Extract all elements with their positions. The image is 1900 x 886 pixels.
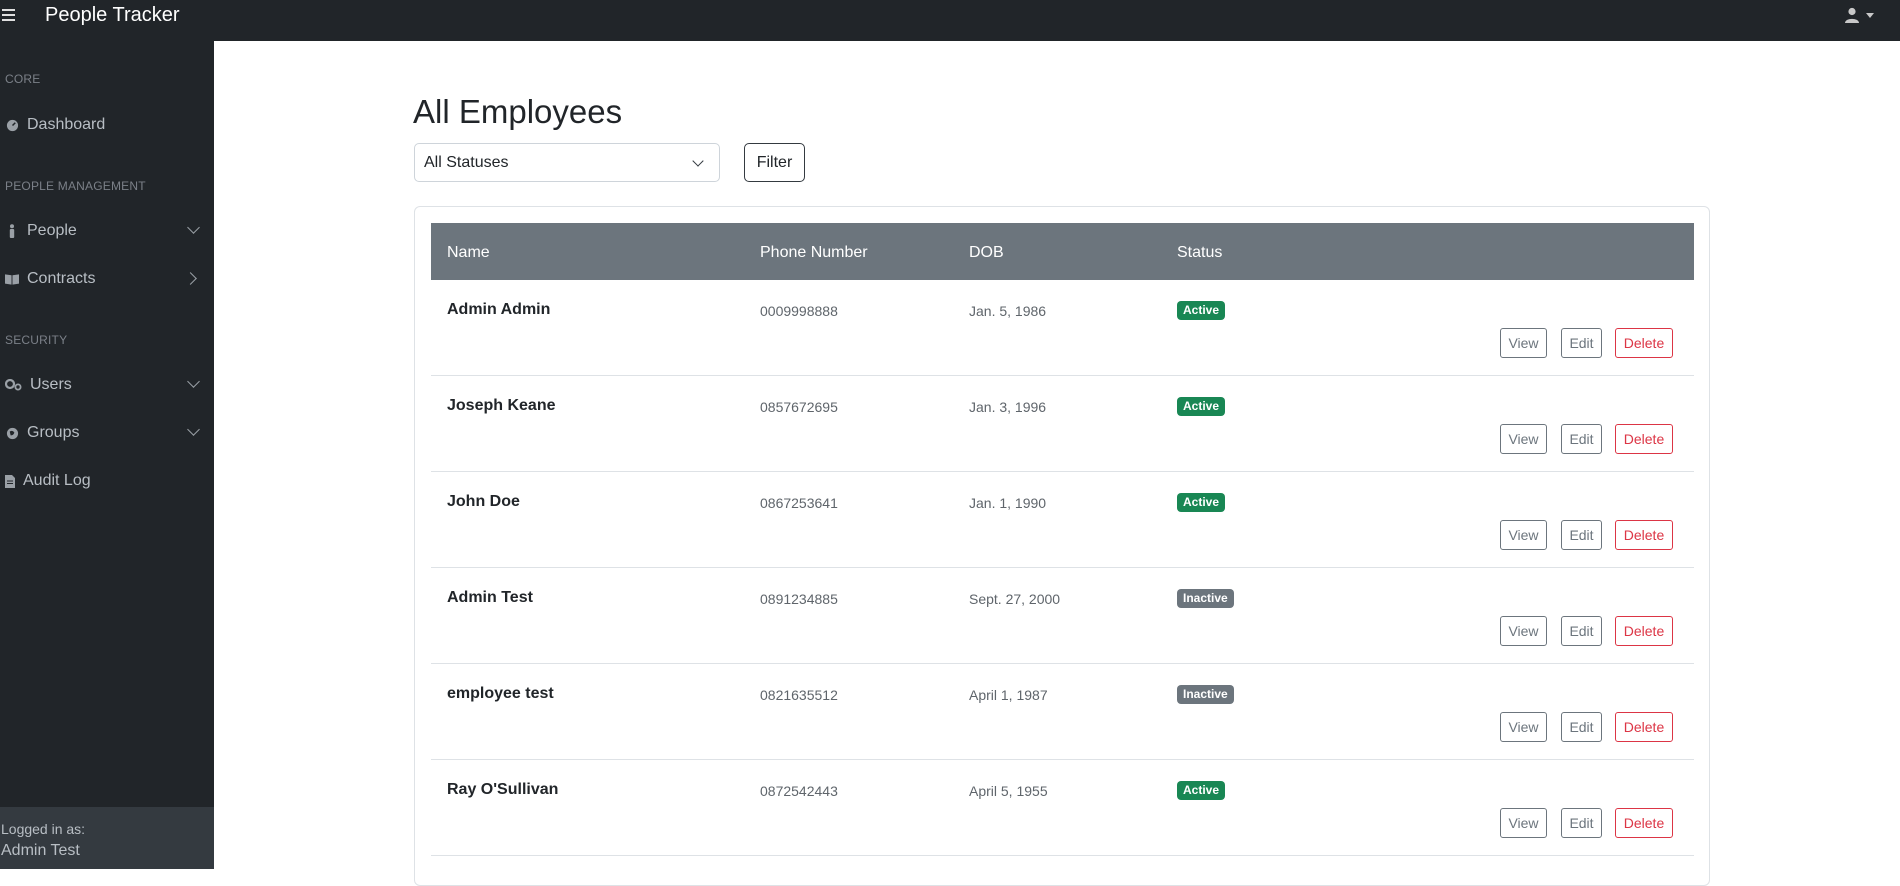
employee-phone: 0891234885 (760, 591, 838, 607)
employee-phone: 0857672695 (760, 399, 838, 415)
status-filter-select[interactable]: All Statuses (414, 143, 720, 182)
employee-dob: Jan. 5, 1986 (969, 303, 1047, 319)
sidebar-item-label: Dashboard (27, 116, 106, 133)
edit-button[interactable]: Edit (1561, 808, 1602, 838)
gears-icon (5, 378, 22, 392)
delete-button[interactable]: Delete (1615, 424, 1673, 454)
view-button[interactable]: View (1500, 616, 1547, 646)
chevron-right-icon (184, 272, 197, 285)
employee-phone: 0009998888 (760, 303, 838, 319)
status-badge: Inactive (1177, 589, 1234, 608)
edit-button[interactable]: Edit (1561, 328, 1602, 358)
user-menu[interactable] (1844, 4, 1874, 26)
sidebar-item-audit-log[interactable]: Audit Log (0, 465, 214, 497)
sidebar-item-groups[interactable]: Groups (0, 417, 214, 449)
edit-button[interactable]: Edit (1561, 616, 1602, 646)
delete-button[interactable]: Delete (1615, 328, 1673, 358)
edit-button[interactable]: Edit (1561, 520, 1602, 550)
employee-dob: Sept. 27, 2000 (969, 591, 1061, 607)
status-badge: Active (1177, 301, 1226, 320)
caret-down-icon (1866, 12, 1874, 18)
column-header-status: Status (1177, 244, 1223, 261)
chevron-down-icon (692, 155, 704, 167)
employee-phone: 0867253641 (760, 495, 838, 511)
employee-name: Admin Admin (447, 301, 551, 318)
sidebar-item-label: Users (30, 376, 72, 393)
edit-button[interactable]: Edit (1561, 712, 1602, 742)
column-header-name: Name (447, 244, 490, 261)
sidebar-item-label: Groups (27, 424, 80, 441)
table-row: Joseph Keane 0857672695 Jan. 3, 1996 Act… (431, 376, 1694, 472)
column-header-phone: Phone Number (760, 244, 868, 261)
table-row: Admin Test 0891234885 Sept. 27, 2000 Ina… (431, 568, 1694, 664)
employee-name: John Doe (447, 493, 520, 510)
sidebar-item-label: Contracts (27, 270, 96, 287)
table-row: Admin Admin 0009998888 Jan. 5, 1986 Acti… (431, 280, 1694, 376)
sidebar-heading-security: Security (5, 333, 68, 347)
sidebar-item-label: Audit Log (23, 472, 91, 489)
status-badge: Active (1177, 781, 1226, 800)
employee-dob: Jan. 1, 1990 (969, 495, 1047, 511)
view-button[interactable]: View (1500, 520, 1547, 550)
chevron-down-icon (187, 375, 200, 388)
logged-in-user: Admin Test (1, 842, 80, 859)
top-navbar: People Tracker (0, 0, 1900, 41)
sidebar-item-people[interactable]: People (0, 215, 214, 247)
person-icon (5, 224, 19, 238)
view-button[interactable]: View (1500, 808, 1547, 838)
employee-phone: 0872542443 (760, 783, 838, 799)
table-header: Name Phone Number DOB Status (431, 223, 1694, 280)
status-badge: Inactive (1177, 685, 1234, 704)
brand-title[interactable]: People Tracker (45, 4, 180, 27)
table-row: John Doe 0867253641 Jan. 1, 1990 Active … (431, 472, 1694, 568)
sidebar-footer: Logged in as: Admin Test (0, 807, 214, 869)
employee-dob: April 1, 1987 (969, 687, 1048, 703)
employee-phone: 0821635512 (760, 687, 838, 703)
sidebar-heading-core: Core (5, 72, 41, 86)
book-open-icon (5, 272, 19, 286)
main-content: All Employees All Statuses Filter Name P… (214, 41, 1900, 886)
menu-toggle-icon[interactable] (2, 4, 18, 26)
sidebar: Core Dashboard People Management People … (0, 41, 214, 869)
sidebar-item-dashboard[interactable]: Dashboard (0, 109, 214, 141)
employee-name: Admin Test (447, 589, 533, 606)
table-row: Ray O'Sullivan 0872542443 April 5, 1955 … (431, 760, 1694, 856)
view-button[interactable]: View (1500, 712, 1547, 742)
status-badge: Active (1177, 493, 1226, 512)
sidebar-item-contracts[interactable]: Contracts (0, 263, 214, 295)
status-filter-value: All Statuses (424, 154, 509, 171)
chevron-down-icon (187, 423, 200, 436)
user-icon (1845, 7, 1859, 23)
page-title: All Employees (413, 93, 623, 130)
delete-button[interactable]: Delete (1615, 520, 1673, 550)
globe-icon (5, 426, 19, 440)
logged-in-label: Logged in as: (1, 821, 86, 837)
employee-name: Ray O'Sullivan (447, 781, 559, 798)
dashboard-icon (5, 118, 19, 132)
file-icon (5, 474, 15, 488)
employee-name: employee test (447, 685, 554, 702)
column-header-dob: DOB (969, 244, 1004, 261)
sidebar-heading-people-management: People Management (5, 179, 146, 193)
employee-dob: April 5, 1955 (969, 783, 1048, 799)
delete-button[interactable]: Delete (1615, 616, 1673, 646)
delete-button[interactable]: Delete (1615, 808, 1673, 838)
employee-name: Joseph Keane (447, 397, 556, 414)
chevron-down-icon (187, 221, 200, 234)
sidebar-item-users[interactable]: Users (0, 369, 214, 401)
view-button[interactable]: View (1500, 328, 1547, 358)
sidebar-item-label: People (27, 222, 77, 239)
delete-button[interactable]: Delete (1615, 712, 1673, 742)
status-badge: Active (1177, 397, 1226, 416)
employees-card: Name Phone Number DOB Status Admin Admin… (414, 206, 1710, 886)
filter-button[interactable]: Filter (744, 143, 805, 182)
edit-button[interactable]: Edit (1561, 424, 1602, 454)
employee-dob: Jan. 3, 1996 (969, 399, 1047, 415)
view-button[interactable]: View (1500, 424, 1547, 454)
table-row: employee test 0821635512 April 1, 1987 I… (431, 664, 1694, 760)
